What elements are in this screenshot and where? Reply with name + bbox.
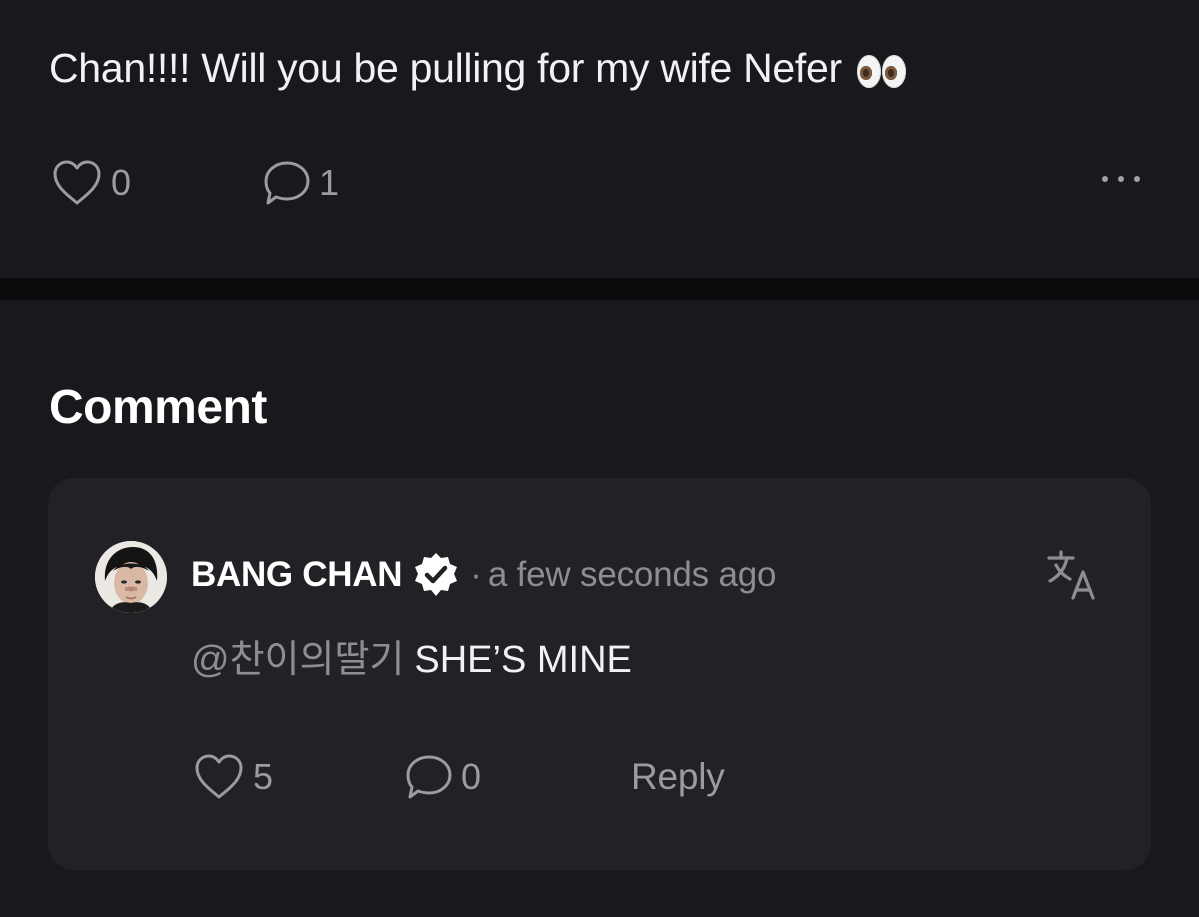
heart-outline-icon (53, 160, 101, 205)
meta-separator: · (470, 555, 482, 594)
section-divider (0, 278, 1199, 300)
comment-header: BANG CHAN · a few seconds ago (191, 552, 777, 598)
post-actions: 0 1 (49, 158, 1149, 208)
comment-card: BANG CHAN · a few seconds ago @찬이의딸기 SHE’… (48, 478, 1151, 870)
speech-bubble-icon (406, 755, 452, 799)
translate-icon[interactable] (1045, 548, 1101, 604)
section-title: Comment (49, 381, 267, 434)
more-horizontal-icon[interactable] (1102, 176, 1140, 182)
eyes-emoji-icon (856, 55, 906, 88)
post-body: Chan!!!! Will you be pulling for my wife… (49, 45, 842, 91)
mention-link[interactable]: @찬이의딸기 (191, 639, 404, 681)
author-name[interactable]: BANG CHAN (191, 555, 402, 595)
comment-actions: 5 0 Reply (191, 752, 991, 802)
verified-badge-icon (415, 553, 458, 596)
post-like-button[interactable]: 0 (51, 158, 131, 208)
post: Chan!!!! Will you be pulling for my wife… (0, 0, 1199, 278)
comment-like-count: 5 (253, 756, 274, 797)
comment-reply-count: 0 (461, 756, 482, 797)
avatar[interactable] (95, 541, 167, 613)
comments-section: Comment BANG CHAN · a few seconds ago @찬… (0, 300, 1199, 917)
comment-text: SHE’S MINE (414, 639, 632, 681)
reply-button[interactable]: Reply (631, 752, 725, 802)
post-text: Chan!!!! Will you be pulling for my wife… (49, 42, 906, 94)
post-like-count: 0 (111, 162, 132, 203)
post-comment-button[interactable]: 1 (263, 158, 339, 208)
speech-bubble-icon (264, 161, 310, 205)
comment-timestamp: a few seconds ago (487, 555, 777, 594)
comment-reply-count-button[interactable]: 0 (405, 752, 481, 802)
heart-outline-icon (195, 754, 243, 799)
post-comment-count: 1 (319, 162, 340, 203)
comment-body: @찬이의딸기 SHE’S MINE (191, 636, 632, 684)
comment-like-button[interactable]: 5 (193, 752, 273, 802)
